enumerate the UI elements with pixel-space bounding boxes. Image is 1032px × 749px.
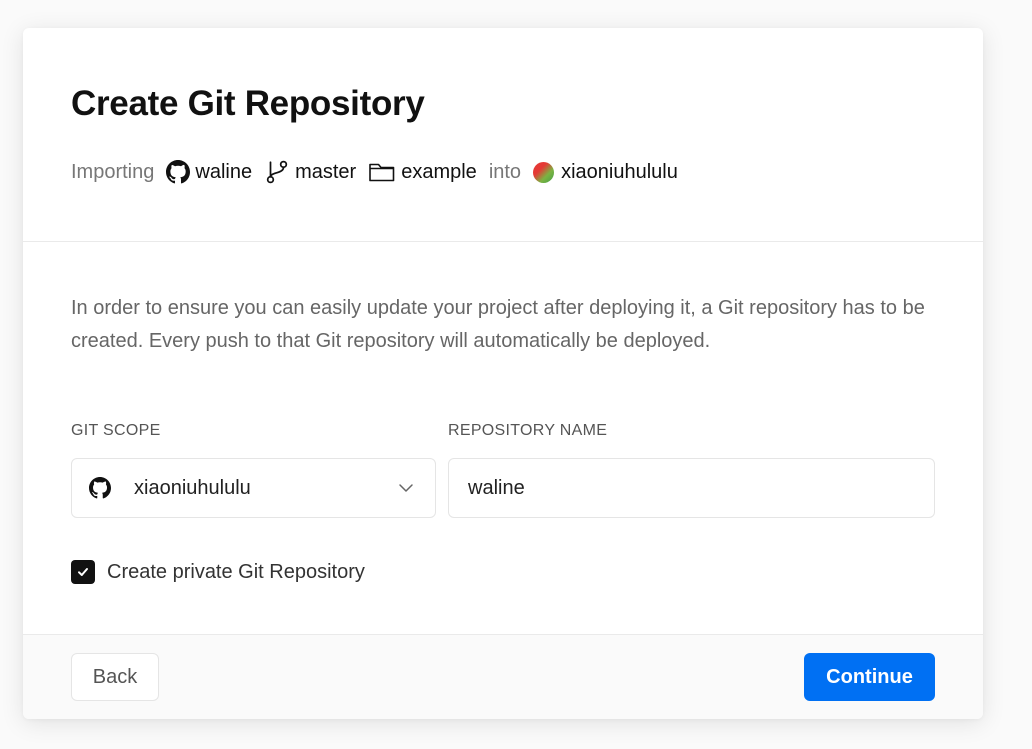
- dialog-body: In order to ensure you can easily update…: [23, 242, 983, 584]
- team-name: xiaoniuhululu: [561, 160, 678, 183]
- repository-name-field: REPOSITORY NAME: [448, 421, 935, 518]
- repo-name: waline: [195, 160, 253, 183]
- git-scope-value: xiaoniuhululu: [134, 476, 251, 499]
- create-git-repository-dialog: Create Git Repository Importing waline m…: [23, 28, 983, 719]
- checkmark-icon: [78, 568, 88, 576]
- repository-name-input-wrapper: [448, 458, 935, 518]
- import-connector: into: [488, 160, 522, 183]
- team-avatar: [533, 161, 555, 183]
- chevron-down-icon: [397, 479, 415, 497]
- private-repo-checkbox[interactable]: [71, 560, 95, 584]
- folder-icon: [368, 160, 396, 184]
- import-summary: Importing waline master example into xia…: [71, 157, 935, 187]
- git-scope-field: GIT SCOPE xiaoniuhululu: [71, 421, 436, 518]
- repository-name-input[interactable]: [468, 476, 915, 500]
- git-scope-select[interactable]: xiaoniuhululu: [71, 458, 436, 518]
- private-repo-option[interactable]: Create private Git Repository: [71, 560, 935, 584]
- github-icon: [89, 477, 111, 499]
- repository-name-label: REPOSITORY NAME: [448, 422, 608, 439]
- form-fields: GIT SCOPE xiaoniuhululu REPOSITORY NAME: [71, 421, 935, 518]
- continue-button[interactable]: Continue: [804, 653, 935, 701]
- page-title: Create Git Repository: [71, 84, 425, 123]
- dialog-header: Create Git Repository Importing waline m…: [23, 28, 983, 242]
- git-branch-icon: [264, 159, 290, 185]
- description-text: In order to ensure you can easily update…: [71, 297, 925, 352]
- github-icon: [166, 160, 191, 184]
- git-scope-label: GIT SCOPE: [71, 422, 161, 439]
- private-repo-label: Create private Git Repository: [107, 560, 365, 583]
- folder-name: example: [401, 160, 477, 183]
- dialog-footer: Back Continue: [23, 634, 983, 719]
- branch-name: master: [295, 160, 357, 183]
- back-button[interactable]: Back: [71, 653, 159, 701]
- import-prefix: Importing: [71, 160, 155, 183]
